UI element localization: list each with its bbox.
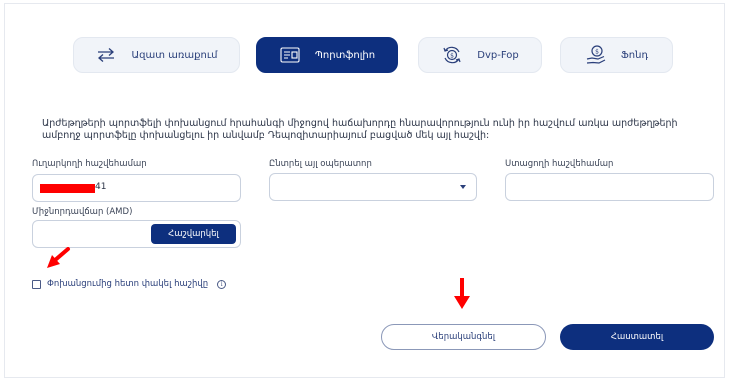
- fee-label: Միջնորդավճար (AMD): [32, 207, 133, 217]
- svg-text:$: $: [595, 49, 599, 56]
- close-account-option[interactable]: Փոխանցումից հետո փակել հաշիվը i: [32, 279, 227, 289]
- tab-dvp-fop[interactable]: $ Dvp-Fop: [418, 37, 542, 73]
- tab-fund[interactable]: $ Ֆոնդ: [560, 37, 673, 73]
- tab-label: Ազատ առաքում: [131, 49, 218, 61]
- svg-text:$: $: [450, 53, 454, 60]
- tab-label: Ֆոնդ: [620, 49, 649, 61]
- operator-select-label: Ընտրել այլ օպերատոր: [269, 159, 372, 169]
- description-text: Արժեթղթերի պորտֆելի փոխանցում հրահանգի մ…: [42, 118, 678, 141]
- tab-free-delivery[interactable]: Ազատ առաքում: [73, 37, 240, 73]
- portfolio-document-icon: [279, 44, 301, 66]
- calculate-button[interactable]: Հաշվարկել: [151, 224, 236, 244]
- annotation-arrow-icon: [47, 247, 70, 268]
- recipient-account-label: Ստացողի հաշվեհամար: [505, 159, 614, 169]
- chevron-down-icon: [460, 185, 466, 189]
- redaction-mark: [40, 184, 95, 193]
- tab-label: Պորտֆոլիո: [314, 49, 376, 61]
- sender-account-field[interactable]: 41: [32, 174, 241, 202]
- info-icon[interactable]: i: [217, 279, 227, 289]
- reset-button[interactable]: Վերականգնել: [381, 324, 546, 350]
- dollar-cycle-icon: $: [441, 44, 463, 66]
- operator-select[interactable]: [269, 173, 477, 201]
- close-account-label: Փոխանցումից հետո փակել հաշիվը: [47, 279, 209, 289]
- sender-account-label: Ուղարկողի հաշվեհամար: [32, 159, 147, 169]
- transfer-arrows-icon: [95, 44, 117, 66]
- fee-field[interactable]: Հաշվարկել: [32, 220, 241, 248]
- hand-coin-icon: $: [585, 44, 607, 66]
- sender-account-value: 41: [95, 182, 107, 192]
- tab-label: Dvp-Fop: [477, 49, 519, 61]
- close-account-checkbox[interactable]: [32, 279, 41, 289]
- annotation-arrow-icon: [454, 278, 470, 309]
- confirm-button[interactable]: Հաստատել: [560, 324, 714, 350]
- recipient-account-field[interactable]: [505, 173, 714, 201]
- tab-portfolio[interactable]: Պորտֆոլիո: [256, 37, 398, 73]
